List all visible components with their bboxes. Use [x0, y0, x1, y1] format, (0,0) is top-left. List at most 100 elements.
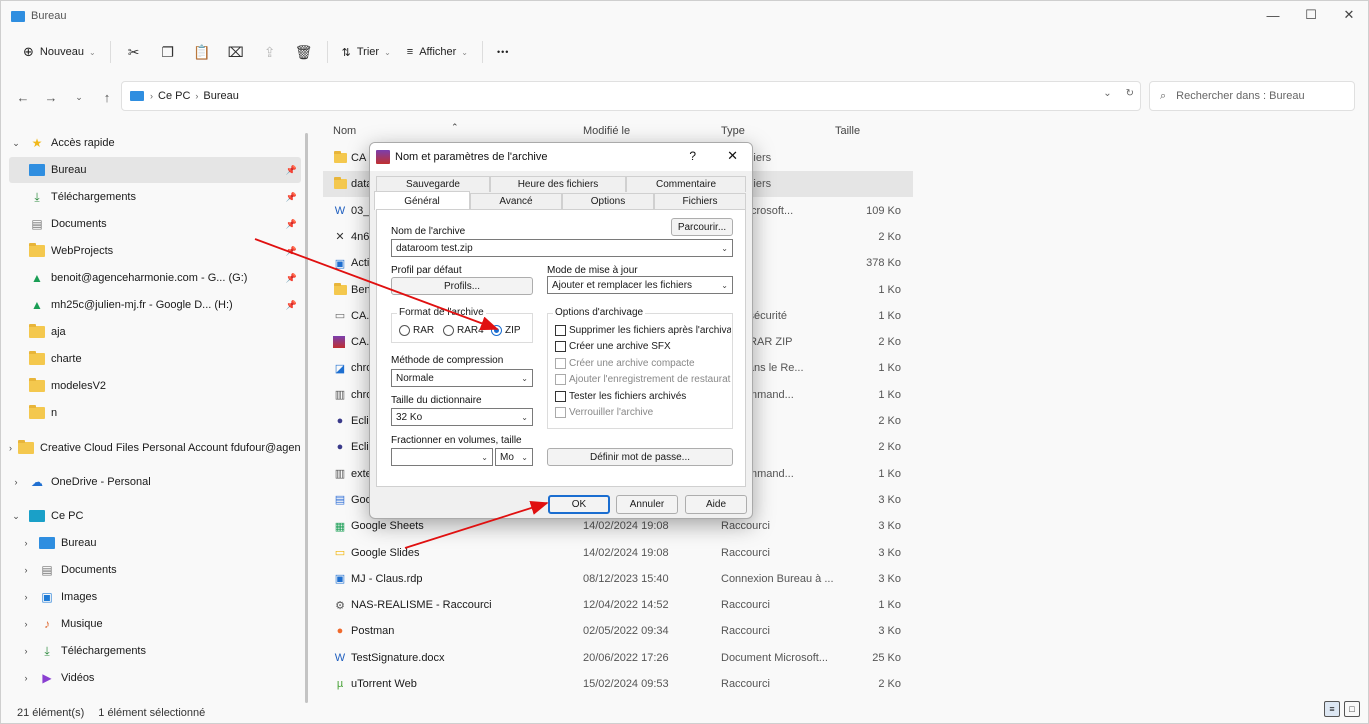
chevron-right-icon[interactable]: ›: [19, 646, 33, 656]
sidebar-item-documents-pinned[interactable]: ▤ Documents 📌: [9, 211, 301, 237]
chevron-down-icon[interactable]: ⌄: [481, 453, 488, 462]
sidebar-item-webprojects[interactable]: WebProjects 📌: [9, 238, 301, 264]
view-button[interactable]: ≡ Afficher ⌄: [399, 37, 476, 67]
sidebar-scrollbar[interactable]: [305, 133, 308, 703]
column-header-type[interactable]: Type: [721, 119, 745, 143]
help-icon[interactable]: ?: [689, 149, 696, 163]
cancel-button[interactable]: Annuler: [616, 495, 678, 514]
breadcrumb-bureau[interactable]: Bureau: [203, 90, 238, 102]
help-button[interactable]: Aide: [685, 495, 747, 514]
recovery-record-checkbox[interactable]: Ajouter l'enregistrement de restauratic: [555, 374, 731, 385]
chevron-right-icon[interactable]: ›: [19, 565, 33, 575]
copy-icon[interactable]: ❐: [151, 37, 185, 67]
new-button[interactable]: ⊕ Nouveau ⌄: [15, 37, 104, 67]
chevron-right-icon[interactable]: ›: [19, 538, 33, 548]
sidebar-item-onedrive[interactable]: › ☁ OneDrive - Personal: [9, 469, 301, 495]
split-unit-select[interactable]: Mo ⌄: [495, 448, 533, 466]
chevron-expanded-icon[interactable]: ⌄: [9, 511, 23, 522]
more-options-button[interactable]: •••: [489, 37, 517, 67]
cut-icon[interactable]: ✂: [117, 37, 151, 67]
chevron-right-icon[interactable]: ›: [9, 443, 12, 453]
dictionary-select[interactable]: 32 Ko ⌄: [391, 408, 533, 426]
sidebar-item-this-pc[interactable]: ⌄ Ce PC: [9, 503, 301, 529]
chevron-down-icon[interactable]: ⌄: [721, 281, 728, 290]
up-arrow-icon[interactable]: ↑: [93, 83, 121, 111]
tab-fichiers[interactable]: Fichiers: [654, 193, 746, 209]
tab-sauvegarde[interactable]: Sauvegarde: [376, 176, 490, 192]
sidebar-item-downloads-pinned[interactable]: ⤓ Téléchargements 📌: [9, 184, 301, 210]
chevron-right-icon[interactable]: ›: [19, 619, 33, 629]
sidebar-item-downloads[interactable]: › ⤓ Téléchargements: [9, 638, 301, 664]
minimize-button[interactable]: —: [1254, 1, 1292, 29]
tab-general[interactable]: Général: [374, 191, 470, 210]
sidebar-item-aja[interactable]: aja: [9, 319, 301, 345]
format-rar4-radio[interactable]: RAR4: [443, 325, 484, 336]
file-row[interactable]: ● Postman 02/05/2022 09:34 Raccourci 3 Ko: [323, 618, 913, 644]
profiles-button[interactable]: Profils...: [391, 277, 533, 295]
sidebar-item-bureau[interactable]: › Bureau: [9, 530, 301, 556]
details-view-icon[interactable]: ≡: [1324, 701, 1340, 717]
column-header-modified[interactable]: Modifié le: [583, 119, 630, 143]
close-dialog-icon[interactable]: ✕: [727, 148, 738, 164]
tab-commentaire[interactable]: Commentaire: [626, 176, 746, 192]
pin-icon[interactable]: 📌: [286, 192, 297, 203]
format-zip-radio[interactable]: ZIP: [491, 325, 521, 336]
tab-heure-fichiers[interactable]: Heure des fichiers: [490, 176, 626, 192]
archive-name-combobox[interactable]: dataroom test.zip ⌄: [391, 239, 733, 257]
lock-archive-checkbox[interactable]: Verrouiller l'archive: [555, 407, 731, 418]
split-size-combobox[interactable]: ⌄: [391, 448, 493, 466]
share-icon[interactable]: ⇪: [253, 37, 287, 67]
chevron-down-icon[interactable]: ⌄: [721, 244, 728, 253]
back-arrow-icon[interactable]: ←: [9, 83, 37, 111]
test-files-checkbox[interactable]: Tester les fichiers archivés: [555, 391, 731, 402]
tab-options[interactable]: Options: [562, 193, 654, 209]
recent-chevron-icon[interactable]: ⌄: [65, 83, 93, 111]
pin-icon[interactable]: 📌: [286, 165, 297, 176]
sort-button[interactable]: ⇅ Trier ⌄: [334, 37, 399, 67]
forward-arrow-icon[interactable]: →: [37, 83, 65, 111]
rename-icon[interactable]: ⌧: [219, 37, 253, 67]
address-dropdown-icon[interactable]: ⌄: [1103, 88, 1111, 99]
chevron-expanded-icon[interactable]: ⌄: [9, 138, 23, 149]
search-box[interactable]: ⌕ Rechercher dans : Bureau: [1149, 81, 1355, 111]
address-bar[interactable]: › Ce PC › Bureau ⌄ ↻: [121, 81, 1141, 111]
browse-button[interactable]: Parcourir...: [671, 218, 733, 236]
sidebar-item-n[interactable]: n: [9, 400, 301, 426]
chevron-down-icon[interactable]: ⌄: [521, 453, 528, 462]
column-header-name[interactable]: Nom: [333, 119, 356, 143]
sidebar-item-videos[interactable]: › ▶ Vidéos: [9, 665, 301, 691]
delete-icon[interactable]: 🗑: [287, 37, 321, 67]
sidebar-item-bureau-pinned[interactable]: Bureau 📌: [9, 157, 301, 183]
breadcrumb-ce-pc[interactable]: Ce PC: [158, 90, 190, 102]
file-row[interactable]: µ uTorrent Web 15/02/2024 09:53 Raccourci 2 …: [323, 671, 913, 697]
sidebar-item-drive-h[interactable]: ▲ mh25c@julien-mj.fr - Google D... (H:) 📌: [9, 292, 301, 318]
chevron-right-icon[interactable]: ›: [9, 477, 23, 487]
tab-avance[interactable]: Avancé: [470, 193, 562, 209]
set-password-button[interactable]: Définir mot de passe...: [547, 448, 733, 466]
close-window-button[interactable]: ✕: [1330, 1, 1368, 29]
file-row[interactable]: W TestSignature.docx 20/06/2022 17:26 Docum…: [323, 645, 913, 671]
format-rar-radio[interactable]: RAR: [399, 325, 434, 336]
column-header-size[interactable]: Taille: [835, 119, 860, 143]
pin-icon[interactable]: 📌: [286, 246, 297, 257]
method-select[interactable]: Normale ⌄: [391, 369, 533, 387]
sidebar-item-charte[interactable]: charte: [9, 346, 301, 372]
chevron-right-icon[interactable]: ›: [19, 673, 33, 683]
pin-icon[interactable]: 📌: [286, 300, 297, 311]
tiles-view-icon[interactable]: □: [1344, 701, 1360, 717]
maximize-button[interactable]: ☐: [1292, 1, 1330, 29]
sidebar-item-quick-access[interactable]: ⌄ ★ Accès rapide: [9, 130, 301, 156]
sidebar-item-images[interactable]: › ▣ Images: [9, 584, 301, 610]
delete-after-checkbox[interactable]: Supprimer les fichiers après l'archivage: [555, 325, 731, 336]
sidebar-item-documents[interactable]: › ▤ Documents: [9, 557, 301, 583]
sidebar-item-creative-cloud[interactable]: › Creative Cloud Files Personal Account f…: [9, 435, 301, 461]
refresh-icon[interactable]: ↻: [1126, 88, 1134, 99]
update-mode-select[interactable]: Ajouter et remplacer les fichiers ⌄: [547, 276, 733, 294]
sidebar-item-modelesv2[interactable]: modelesV2: [9, 373, 301, 399]
file-row[interactable]: ⚙ NAS-REALISME - Raccourci 12/04/2022 14:5…: [323, 592, 913, 618]
paste-icon[interactable]: 📋: [185, 37, 219, 67]
chevron-down-icon[interactable]: ⌄: [521, 374, 528, 383]
file-row[interactable]: ▣ MJ - Claus.rdp 08/12/2023 15:40 Connexion…: [323, 566, 913, 592]
sidebar-item-drive-g[interactable]: ▲ benoit@agenceharmonie.com - G... (G:) 📌: [9, 265, 301, 291]
chevron-right-icon[interactable]: ›: [19, 592, 33, 602]
